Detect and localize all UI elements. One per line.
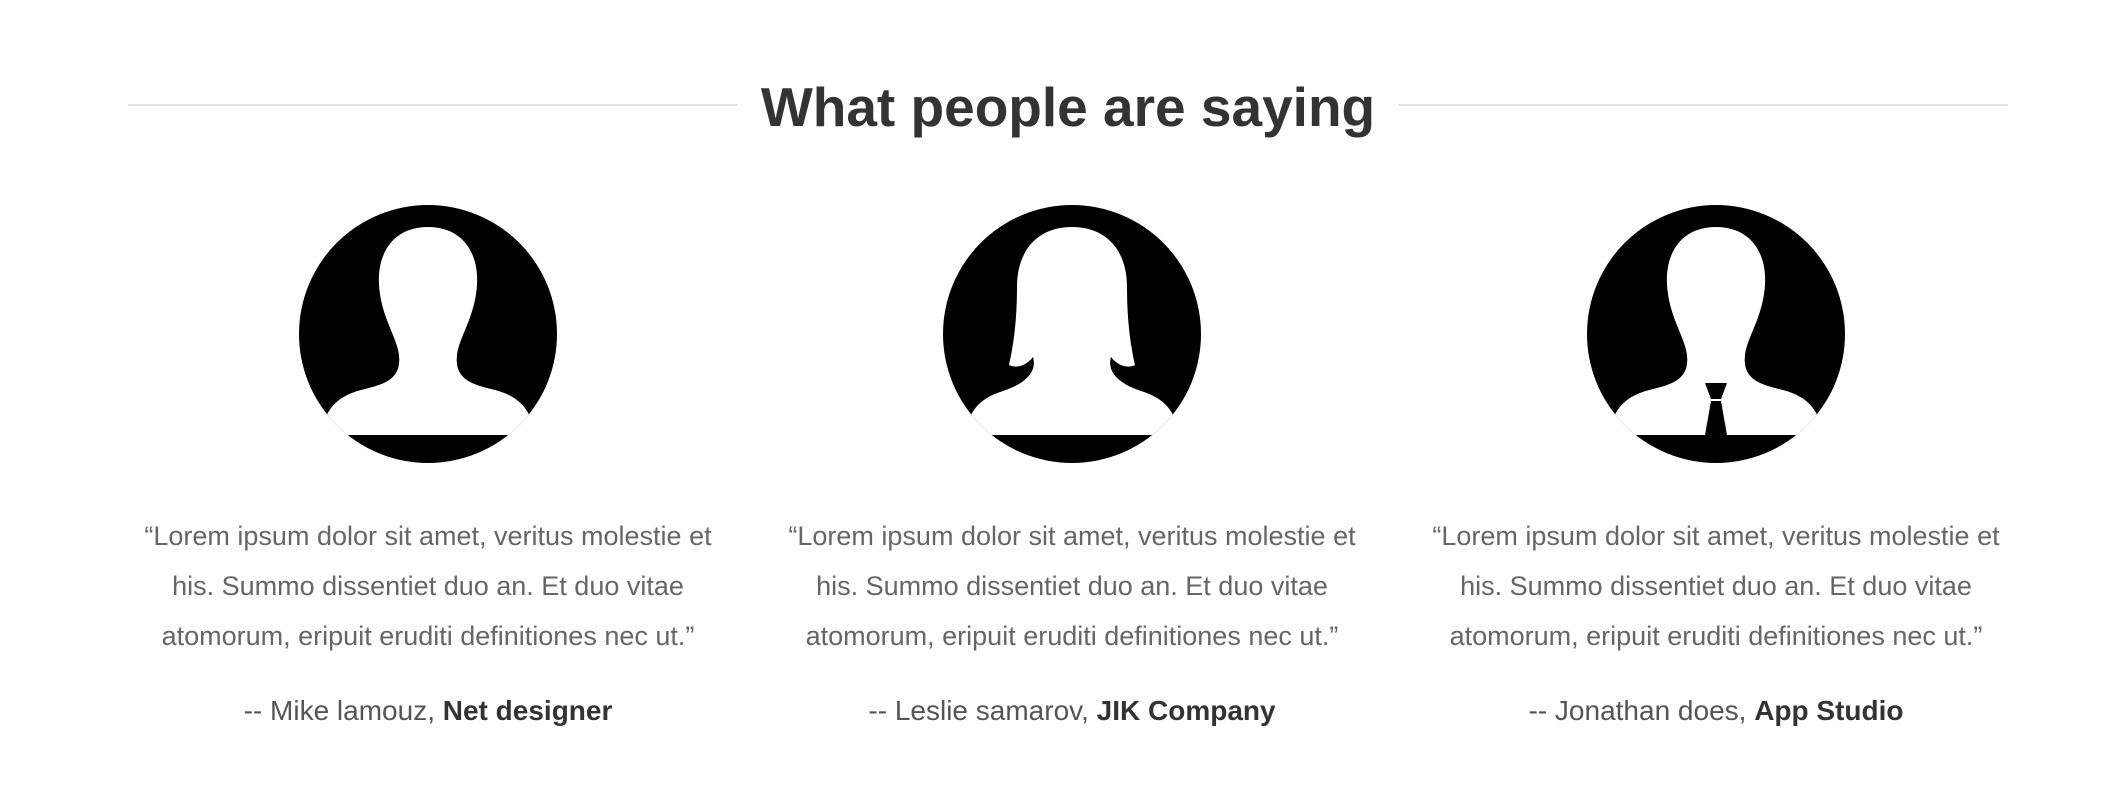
businessman-user-silhouette-icon bbox=[1587, 205, 1845, 463]
header-divider-right bbox=[1398, 104, 2008, 106]
testimonials-page: What people are saying “Lorem ipsum dolo… bbox=[0, 0, 2102, 796]
author-name: -- Jonathan does, bbox=[1528, 695, 1755, 726]
author-company: JIK Company bbox=[1096, 695, 1276, 726]
testimonial-attribution: -- Leslie samarov, JIK Company bbox=[772, 691, 1372, 731]
author-company: Net designer bbox=[442, 695, 613, 726]
section-title: What people are saying bbox=[760, 76, 1376, 138]
testimonials-row: “Lorem ipsum dolor sit amet, veritus mol… bbox=[128, 205, 2056, 765]
testimonial-card: “Lorem ipsum dolor sit amet, veritus mol… bbox=[772, 205, 1372, 731]
author-name: -- Leslie samarov, bbox=[868, 695, 1097, 726]
author-name: -- Mike lamouz, bbox=[243, 695, 443, 726]
male-user-silhouette-icon bbox=[299, 205, 557, 463]
author-company: App Studio bbox=[1754, 695, 1904, 726]
testimonial-quote: “Lorem ipsum dolor sit amet, veritus mol… bbox=[144, 521, 712, 651]
testimonial-card: “Lorem ipsum dolor sit amet, veritus mol… bbox=[128, 205, 728, 731]
testimonial-quote: “Lorem ipsum dolor sit amet, veritus mol… bbox=[1432, 521, 2000, 651]
testimonial-attribution: -- Mike lamouz, Net designer bbox=[128, 691, 728, 731]
testimonial-quote: “Lorem ipsum dolor sit amet, veritus mol… bbox=[788, 521, 1356, 651]
section-header: What people are saying bbox=[128, 64, 2008, 150]
header-divider-left bbox=[128, 104, 738, 106]
female-user-silhouette-icon bbox=[943, 205, 1201, 463]
testimonial-card: “Lorem ipsum dolor sit amet, veritus mol… bbox=[1416, 205, 2016, 731]
testimonial-attribution: -- Jonathan does, App Studio bbox=[1416, 691, 2016, 731]
